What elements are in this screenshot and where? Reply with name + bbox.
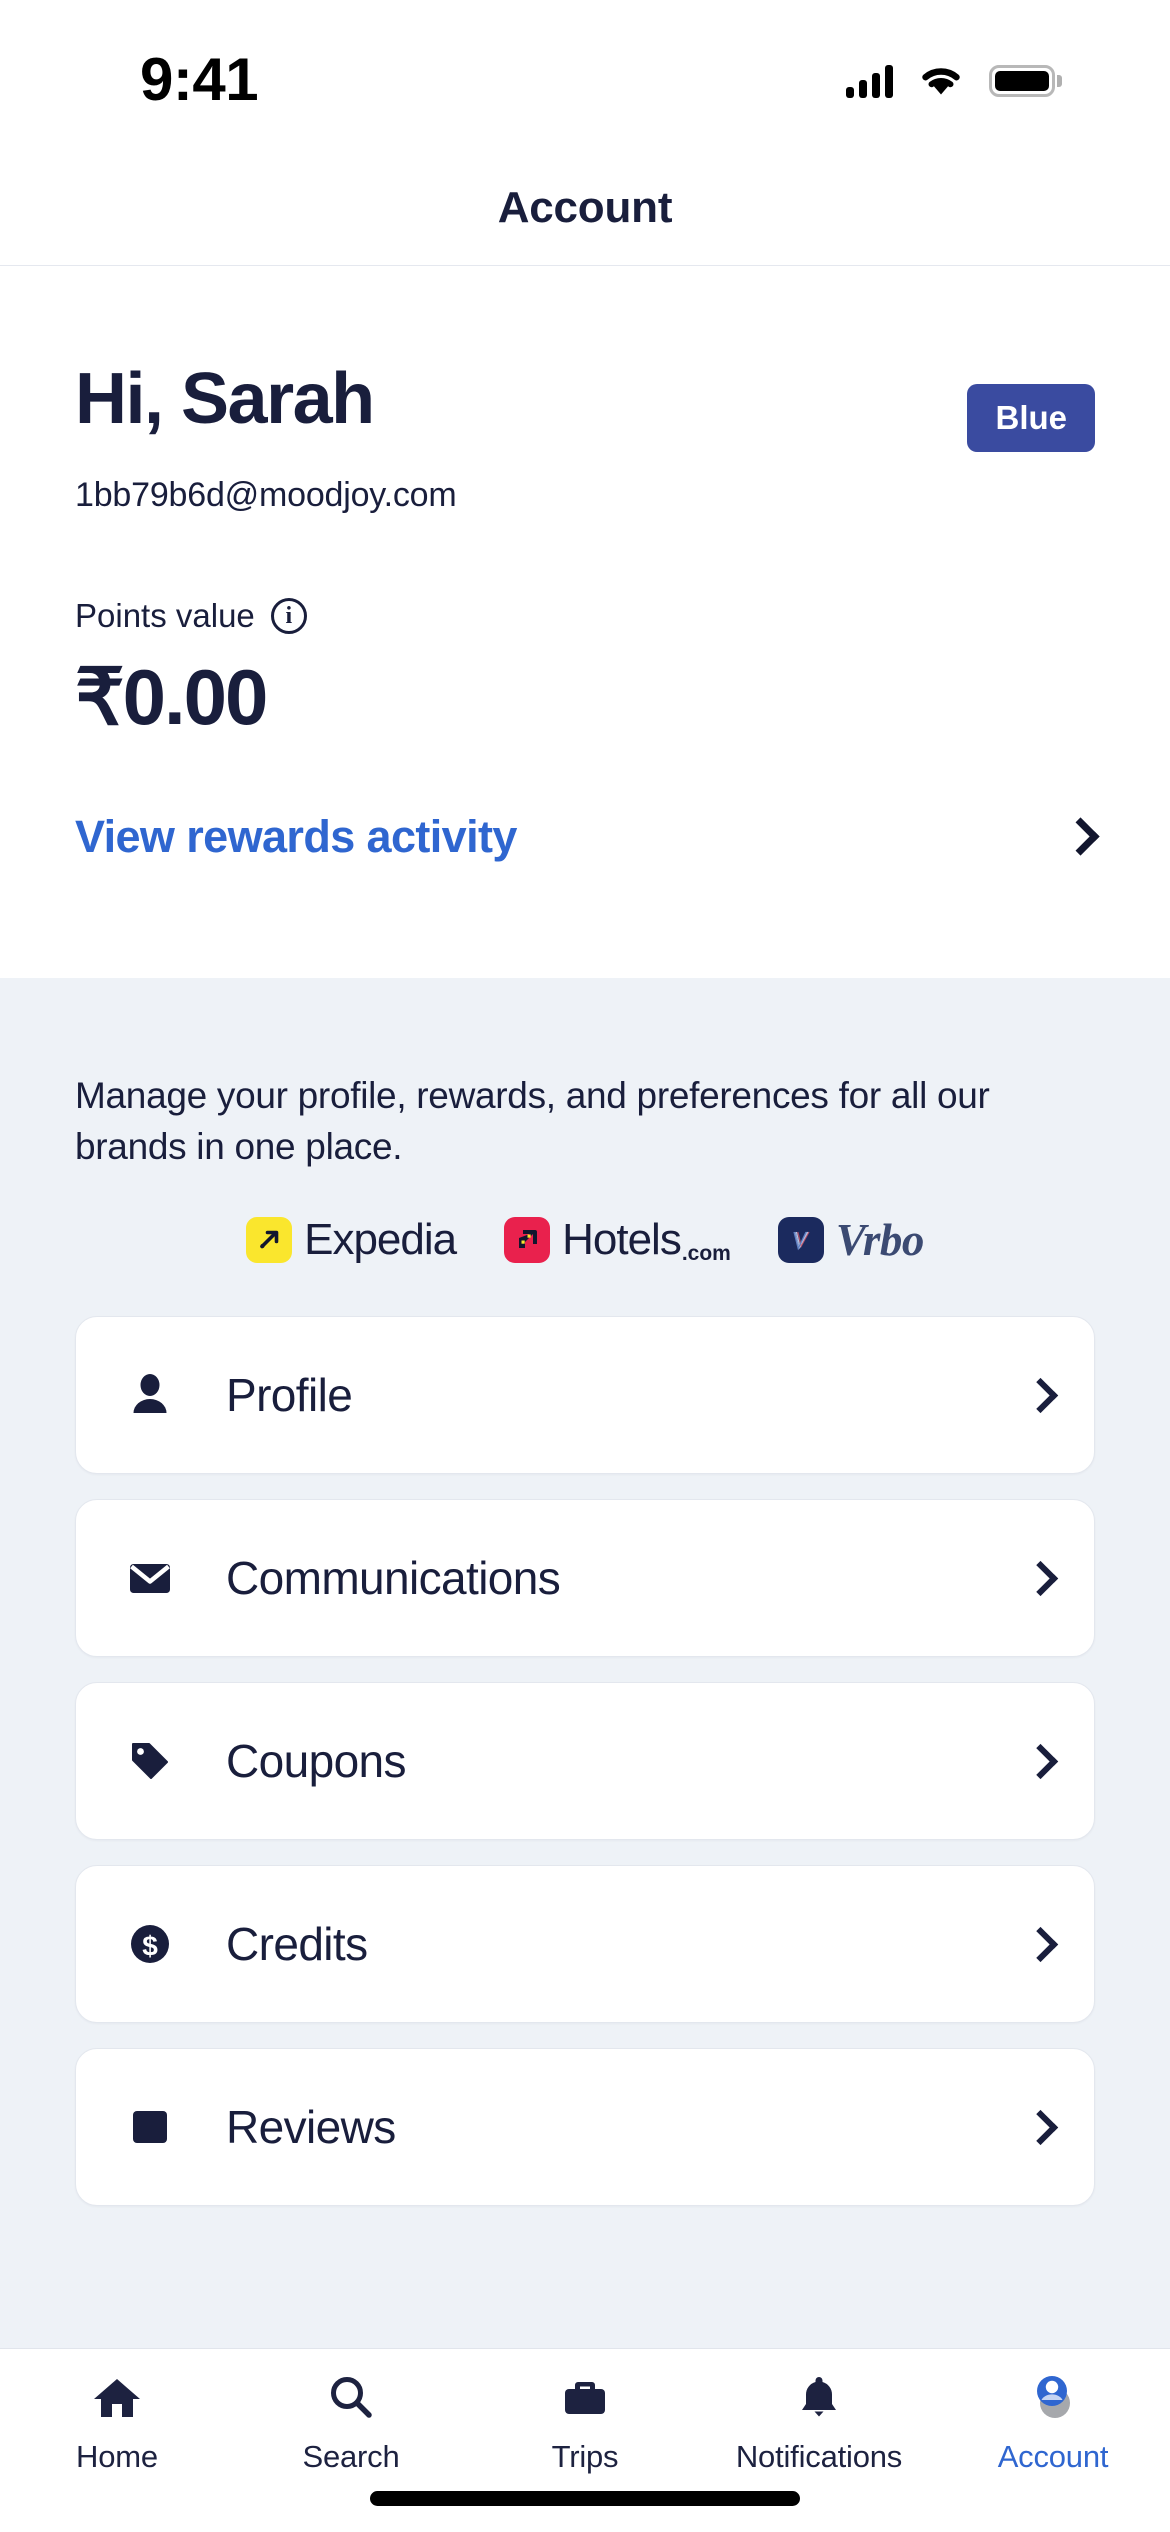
menu-item-coupons[interactable]: Coupons: [75, 1682, 1095, 1841]
svg-text:$: $: [142, 1931, 158, 1962]
points-value-label-row: Points value i: [75, 597, 1095, 635]
home-indicator: [370, 2491, 800, 2506]
brands-and-menu-section: Manage your profile, rewards, and prefer…: [0, 978, 1170, 2348]
wifi-icon: [919, 64, 963, 98]
tab-account[interactable]: Account: [936, 2371, 1170, 2475]
brand-hotels: Hotels.com: [504, 1215, 731, 1266]
brands-blurb: Manage your profile, rewards, and prefer…: [75, 1075, 990, 1168]
vrbo-logo-icon: [777, 1217, 824, 1264]
envelope-icon: [122, 1550, 178, 1606]
status-bar-icons: [846, 64, 1062, 98]
cellular-signal-icon: [846, 64, 893, 98]
greeting-text: Hi, Sarah: [75, 359, 375, 439]
menu-item-credits[interactable]: $ Credits: [75, 1865, 1095, 2024]
battery-full-icon: [989, 65, 1062, 97]
expedia-logo-icon: [246, 1217, 293, 1264]
menu-item-profile-label: Profile: [226, 1369, 353, 1422]
chevron-right-icon: [1024, 1563, 1054, 1593]
points-value-amount: ₹0.00: [75, 653, 268, 741]
bell-icon: [794, 2371, 844, 2423]
menu-item-reviews[interactable]: Reviews: [75, 2048, 1095, 2207]
phone-screen: 9:41 Account Hi, Sarah Blue 1bb79b6d@moo…: [0, 0, 1170, 2532]
account-email: 1bb79b6d@moodjoy.com: [75, 476, 457, 514]
search-icon: [326, 2371, 376, 2423]
tab-notifications[interactable]: Notifications: [702, 2371, 936, 2475]
brand-expedia: Expedia: [246, 1215, 457, 1265]
tab-home[interactable]: Home: [0, 2371, 234, 2475]
brand-vrbo-label: Vrbo: [835, 1215, 925, 1266]
tab-trips-label: Trips: [551, 2439, 619, 2474]
menu-item-reviews-label: Reviews: [226, 2101, 396, 2154]
brand-hotels-label: Hotels.com: [562, 1215, 731, 1266]
tab-home-label: Home: [76, 2439, 158, 2474]
status-badge: Blue: [967, 384, 1095, 452]
view-rewards-activity-link[interactable]: View rewards activity: [75, 811, 517, 863]
menu-item-coupons-label: Coupons: [226, 1735, 407, 1788]
account-menu-list: Profile Communications Coupons $ Credits…: [75, 1316, 1095, 2207]
view-rewards-activity-row[interactable]: View rewards activity: [75, 811, 1095, 863]
tab-trips[interactable]: Trips: [468, 2371, 702, 2475]
brand-hotels-word: Hotels: [562, 1215, 682, 1265]
hotels-logo-icon: [504, 1217, 551, 1264]
page-title: Account: [497, 182, 673, 232]
brand-hotels-suffix: .com: [681, 1242, 731, 1266]
home-icon: [91, 2371, 143, 2423]
person-icon: [122, 1367, 178, 1423]
menu-item-profile[interactable]: Profile: [75, 1316, 1095, 1475]
account-avatar-icon: [1026, 2371, 1080, 2423]
status-bar: 9:41: [0, 0, 1170, 150]
menu-item-credits-label: Credits: [226, 1918, 368, 1971]
tab-notifications-label: Notifications: [735, 2439, 903, 2474]
points-value-label: Points value: [75, 597, 255, 634]
info-circle-icon[interactable]: i: [270, 598, 307, 634]
tab-account-label: Account: [997, 2439, 1109, 2474]
status-bar-time: 9:41: [140, 46, 259, 113]
chevron-right-icon: [1061, 820, 1095, 854]
brand-logos-row: Expedia Hotels.com Vrbo: [75, 1214, 1095, 1266]
chevron-right-icon: [1024, 2112, 1054, 2142]
brand-vrbo: Vrbo: [777, 1214, 925, 1266]
menu-item-communications[interactable]: Communications: [75, 1499, 1095, 1658]
account-header-section: Hi, Sarah Blue 1bb79b6d@moodjoy.com Poin…: [0, 267, 1170, 978]
tab-search[interactable]: Search: [234, 2371, 468, 2475]
tag-icon: [122, 1733, 178, 1789]
chevron-right-icon: [1024, 1746, 1054, 1776]
tab-search-label: Search: [302, 2439, 400, 2474]
menu-item-communications-label: Communications: [226, 1552, 561, 1605]
chevron-right-icon: [1024, 1380, 1054, 1410]
briefcase-icon: [559, 2371, 611, 2423]
brand-expedia-label: Expedia: [304, 1215, 457, 1265]
dollar-coin-icon: $: [122, 1916, 178, 1972]
navigation-bar: Account: [0, 150, 1170, 266]
chevron-right-icon: [1024, 1929, 1054, 1959]
review-book-icon: [122, 2099, 178, 2155]
greeting-row: Hi, Sarah Blue: [75, 267, 1095, 452]
